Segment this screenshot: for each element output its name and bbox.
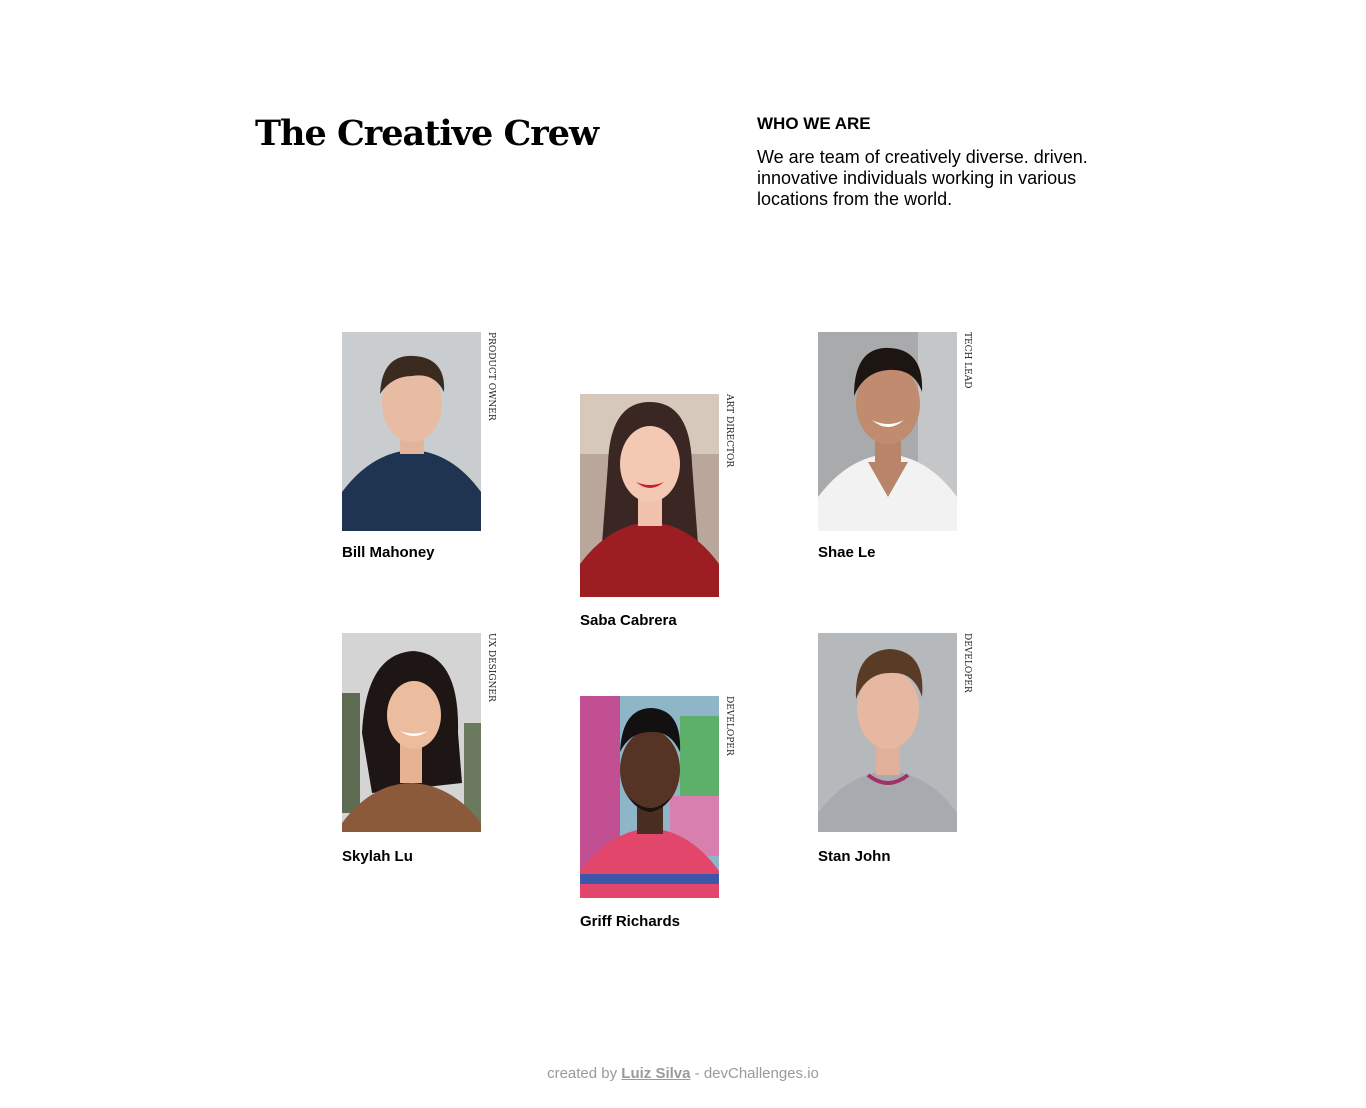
- member-role: ART DIRECTOR: [724, 394, 734, 468]
- member-role: DEVELOPER: [962, 633, 972, 693]
- team-card-skylah-lu: UX DESIGNER Skylah Lu: [342, 633, 512, 865]
- page-title: The Creative Crew: [255, 113, 599, 154]
- author-link[interactable]: Luiz Silva: [621, 1065, 690, 1082]
- member-photo: [818, 633, 957, 832]
- member-photo: [580, 394, 719, 597]
- who-we-are-heading: WHO WE ARE: [757, 114, 871, 133]
- team-card-saba-cabrera: ART DIRECTOR Saba Cabrera: [580, 394, 750, 629]
- team-card-griff-richards: DEVELOPER Griff Richards: [580, 696, 750, 930]
- member-photo: [342, 332, 481, 531]
- member-role: TECH LEAD: [962, 332, 972, 389]
- member-role: DEVELOPER: [724, 696, 734, 756]
- member-role: PRODUCT OWNER: [486, 332, 496, 421]
- member-photo: [342, 633, 481, 832]
- team-card-shae-le: TECH LEAD Shae Le: [818, 332, 988, 561]
- member-name: Saba Cabrera: [580, 612, 677, 629]
- footer: created by Luiz Silva - devChallenges.io: [0, 1065, 1366, 1082]
- member-name: Griff Richards: [580, 913, 681, 930]
- team-card-bill-mahoney: PRODUCT OWNER Bill Mahoney: [342, 332, 512, 561]
- member-photo: [580, 696, 719, 898]
- member-name: Stan John: [818, 848, 891, 865]
- member-name: Skylah Lu: [342, 848, 413, 865]
- member-name: Shae Le: [818, 544, 876, 561]
- member-role: UX DESIGNER: [486, 633, 496, 702]
- footer-prefix: created by: [547, 1065, 618, 1082]
- member-name: Bill Mahoney: [342, 544, 435, 561]
- footer-suffix: - devChallenges.io: [694, 1065, 819, 1082]
- team-card-stan-john: DEVELOPER Stan John: [818, 633, 988, 865]
- who-we-are-text: We are team of creatively diverse. drive…: [757, 147, 1088, 209]
- member-photo: [818, 332, 957, 531]
